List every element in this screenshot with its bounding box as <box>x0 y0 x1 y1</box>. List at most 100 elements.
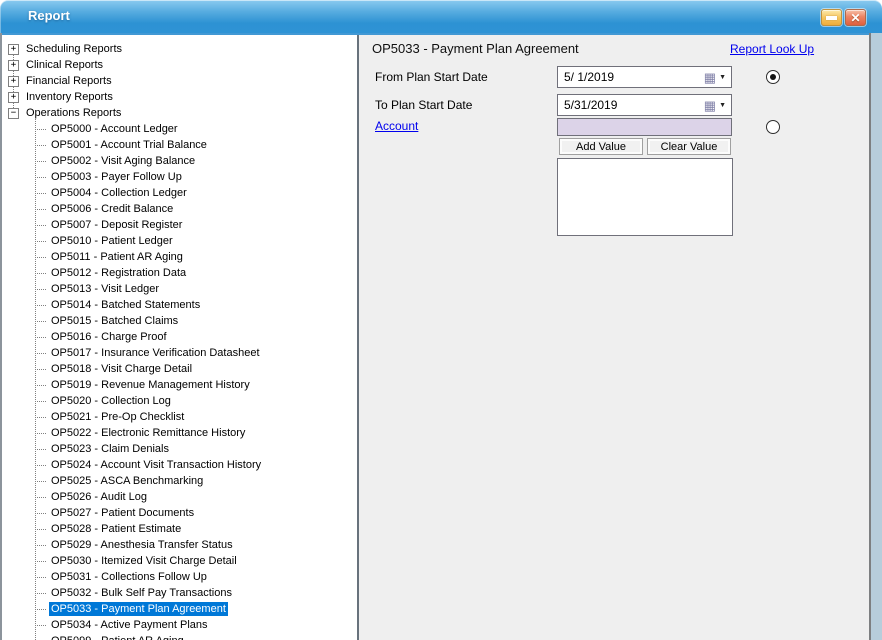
tree-item-label[interactable]: OP5034 - Active Payment Plans <box>49 618 210 632</box>
tree-item[interactable]: OP5020 - Collection Log <box>2 393 357 409</box>
clear-value-button[interactable]: Clear Value <box>647 138 731 155</box>
close-button[interactable]: ✕ <box>845 9 866 26</box>
tree-item-label[interactable]: OP5000 - Account Ledger <box>49 122 180 136</box>
tree-item-label[interactable]: OP5032 - Bulk Self Pay Transactions <box>49 586 234 600</box>
tree-item-label[interactable]: OP5006 - Credit Balance <box>49 202 175 216</box>
expand-icon[interactable]: + <box>8 44 19 55</box>
tree-item[interactable]: + Financial Reports <box>2 73 357 89</box>
tree-item-label[interactable]: OP5016 - Charge Proof <box>49 330 169 344</box>
account-radio[interactable] <box>766 120 780 134</box>
window-title: Report <box>28 8 70 23</box>
tree-item[interactable]: OP5025 - ASCA Benchmarking <box>2 473 357 489</box>
tree-item[interactable]: OP5000 - Account Ledger <box>2 121 357 137</box>
tree-item[interactable]: OP5028 - Patient Estimate <box>2 521 357 537</box>
tree-item-label[interactable]: OP5003 - Payer Follow Up <box>49 170 184 184</box>
tree-item[interactable]: OP5032 - Bulk Self Pay Transactions <box>2 585 357 601</box>
tree-item-label[interactable]: OP5099 - Patient AR Aging <box>49 634 186 640</box>
tree-item-label[interactable]: OP5014 - Batched Statements <box>49 298 202 312</box>
tree-item[interactable]: OP5026 - Audit Log <box>2 489 357 505</box>
tree-item-label[interactable]: Inventory Reports <box>24 90 115 104</box>
report-lookup-link[interactable]: Report Look Up <box>730 42 814 56</box>
tree-item-label[interactable]: Clinical Reports <box>24 58 105 72</box>
tree-item-label[interactable]: OP5011 - Patient AR Aging <box>49 250 185 264</box>
tree-item-label[interactable]: OP5020 - Collection Log <box>49 394 173 408</box>
tree-item[interactable]: OP5017 - Insurance Verification Datashee… <box>2 345 357 361</box>
tree-item[interactable]: OP5006 - Credit Balance <box>2 201 357 217</box>
tree-item-label[interactable]: Scheduling Reports <box>24 42 124 56</box>
tree-item-label[interactable]: OP5023 - Claim Denials <box>49 442 171 456</box>
tree-item[interactable]: OP5033 - Payment Plan Agreement <box>2 601 357 617</box>
tree-item-label[interactable]: OP5019 - Revenue Management History <box>49 378 252 392</box>
tree-item[interactable]: OP5012 - Registration Data <box>2 265 357 281</box>
account-input[interactable] <box>557 118 732 136</box>
expand-icon[interactable]: + <box>8 92 19 103</box>
tree-item[interactable]: OP5031 - Collections Follow Up <box>2 569 357 585</box>
calendar-icon[interactable]: ▦ <box>704 71 716 84</box>
tree-item[interactable]: OP5030 - Itemized Visit Charge Detail <box>2 553 357 569</box>
tree-item[interactable]: OP5015 - Batched Claims <box>2 313 357 329</box>
calendar-icon[interactable]: ▦ <box>704 99 716 112</box>
tree-item[interactable]: OP5016 - Charge Proof <box>2 329 357 345</box>
date-range-radio[interactable] <box>766 70 780 84</box>
tree-item[interactable]: OP5013 - Visit Ledger <box>2 281 357 297</box>
tree-item[interactable]: OP5004 - Collection Ledger <box>2 185 357 201</box>
tree-item[interactable]: OP5099 - Patient AR Aging <box>2 633 357 640</box>
tree-item-label[interactable]: OP5025 - ASCA Benchmarking <box>49 474 205 488</box>
from-plan-start-date-picker[interactable]: 5/ 1/2019 ▦ ▼ <box>557 66 732 88</box>
chevron-down-icon[interactable]: ▼ <box>719 102 726 109</box>
tree-item-label[interactable]: OP5021 - Pre-Op Checklist <box>49 410 186 424</box>
tree-item-label[interactable]: OP5030 - Itemized Visit Charge Detail <box>49 554 239 568</box>
tree-item-label[interactable]: OP5010 - Patient Ledger <box>49 234 175 248</box>
tree-item-label[interactable]: OP5007 - Deposit Register <box>49 218 184 232</box>
tree-item[interactable]: + Scheduling Reports <box>2 41 357 57</box>
expand-icon[interactable]: + <box>8 76 19 87</box>
tree-item[interactable]: OP5014 - Batched Statements <box>2 297 357 313</box>
collapse-icon[interactable]: − <box>8 108 19 119</box>
tree-item[interactable]: OP5010 - Patient Ledger <box>2 233 357 249</box>
tree-item[interactable]: OP5021 - Pre-Op Checklist <box>2 409 357 425</box>
tree-item[interactable]: OP5034 - Active Payment Plans <box>2 617 357 633</box>
tree-item-label[interactable]: Operations Reports <box>24 106 123 120</box>
tree-item[interactable]: OP5029 - Anesthesia Transfer Status <box>2 537 357 553</box>
tree-item-label[interactable]: OP5004 - Collection Ledger <box>49 186 189 200</box>
to-plan-start-date-picker[interactable]: 5/31/2019 ▦ ▼ <box>557 94 732 116</box>
tree-item-label[interactable]: OP5028 - Patient Estimate <box>49 522 183 536</box>
tree-item-label[interactable]: OP5029 - Anesthesia Transfer Status <box>49 538 235 552</box>
tree-item[interactable]: OP5024 - Account Visit Transaction Histo… <box>2 457 357 473</box>
tree-item-label[interactable]: OP5013 - Visit Ledger <box>49 282 161 296</box>
tree-item[interactable]: + Inventory Reports <box>2 89 357 105</box>
tree-item[interactable]: OP5007 - Deposit Register <box>2 217 357 233</box>
tree-item[interactable]: OP5023 - Claim Denials <box>2 441 357 457</box>
tree-item-label[interactable]: OP5024 - Account Visit Transaction Histo… <box>49 458 263 472</box>
tree-item[interactable]: OP5001 - Account Trial Balance <box>2 137 357 153</box>
tree-item-label[interactable]: OP5002 - Visit Aging Balance <box>49 154 197 168</box>
tree-item-label[interactable]: OP5031 - Collections Follow Up <box>49 570 209 584</box>
tree-item-label[interactable]: OP5015 - Batched Claims <box>49 314 180 328</box>
tree-item-label[interactable]: OP5001 - Account Trial Balance <box>49 138 209 152</box>
tree-item[interactable]: OP5027 - Patient Documents <box>2 505 357 521</box>
tree-item[interactable]: OP5003 - Payer Follow Up <box>2 169 357 185</box>
tree-item[interactable]: OP5022 - Electronic Remittance History <box>2 425 357 441</box>
expand-icon[interactable]: + <box>8 60 19 71</box>
account-link[interactable]: Account <box>375 119 418 133</box>
tree-item-label[interactable]: OP5022 - Electronic Remittance History <box>49 426 247 440</box>
tree-item-label[interactable]: OP5018 - Visit Charge Detail <box>49 362 194 376</box>
tree-item[interactable]: OP5002 - Visit Aging Balance <box>2 153 357 169</box>
tree-item-label[interactable]: OP5027 - Patient Documents <box>49 506 196 520</box>
tree-item[interactable]: + Clinical Reports <box>2 57 357 73</box>
to-date-value[interactable]: 5/31/2019 <box>558 98 704 112</box>
tree-item-label[interactable]: OP5026 - Audit Log <box>49 490 149 504</box>
tree-item-label[interactable]: OP5012 - Registration Data <box>49 266 188 280</box>
tree-item[interactable]: −Operations Reports <box>2 105 357 121</box>
tree-item-label[interactable]: OP5017 - Insurance Verification Datashee… <box>49 346 262 360</box>
account-values-listbox[interactable] <box>557 158 733 236</box>
tree-item[interactable]: OP5018 - Visit Charge Detail <box>2 361 357 377</box>
tree-item[interactable]: OP5011 - Patient AR Aging <box>2 249 357 265</box>
chevron-down-icon[interactable]: ▼ <box>719 74 726 81</box>
add-value-button[interactable]: Add Value <box>559 138 643 155</box>
tree-item-label[interactable]: Financial Reports <box>24 74 114 88</box>
tree-item[interactable]: OP5019 - Revenue Management History <box>2 377 357 393</box>
tree-item-label-selected[interactable]: OP5033 - Payment Plan Agreement <box>49 602 228 616</box>
from-date-value[interactable]: 5/ 1/2019 <box>558 70 704 84</box>
minimize-button[interactable] <box>821 9 842 26</box>
